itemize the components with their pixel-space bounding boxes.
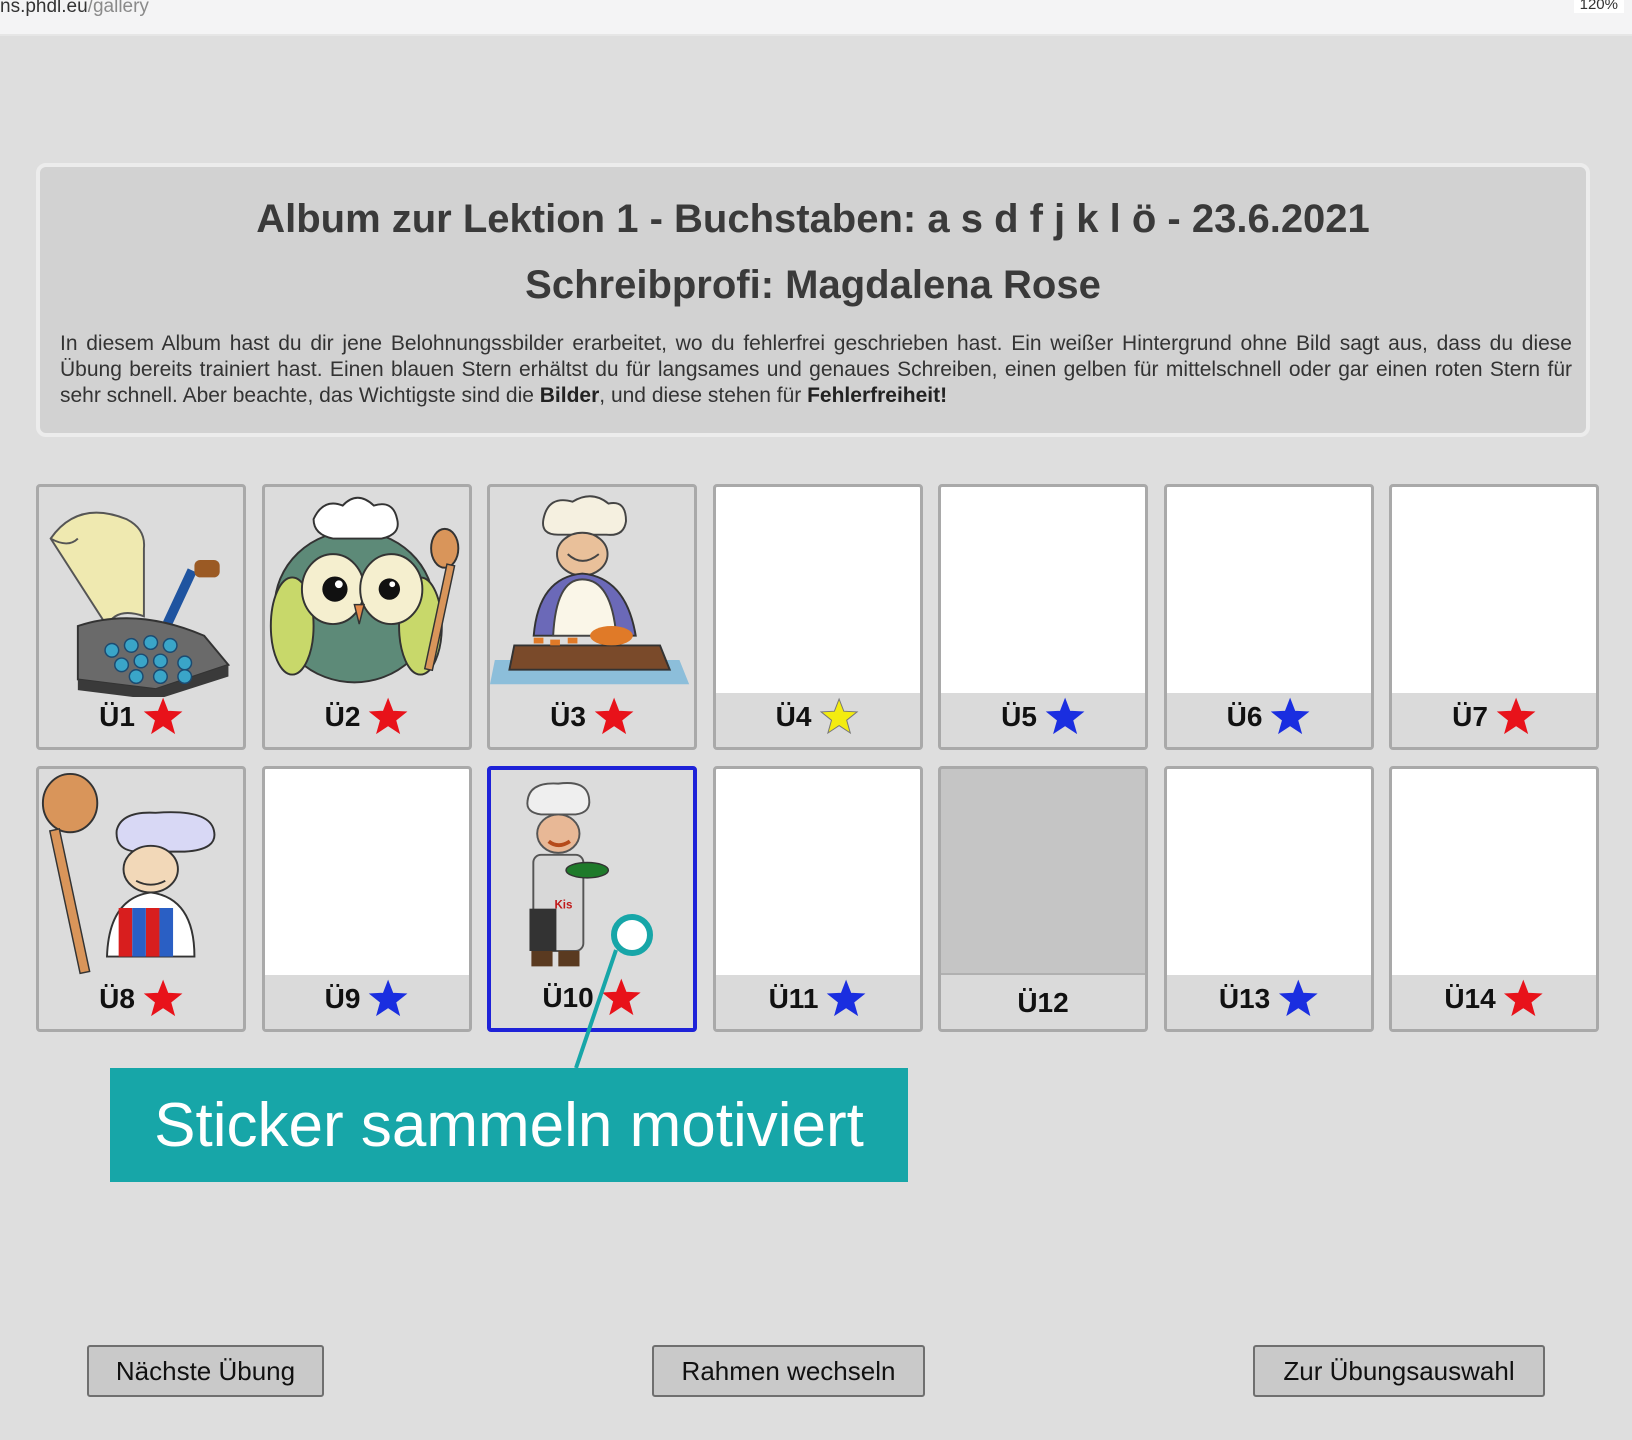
callout-pointer: [574, 914, 653, 1069]
callout-banner: Sticker sammeln motiviert: [110, 1068, 908, 1182]
change-frame-button[interactable]: Rahmen wechseln: [652, 1345, 925, 1397]
exercise-selection-button[interactable]: Zur Übungsauswahl: [1253, 1345, 1545, 1397]
callout-text: Sticker sammeln motiviert: [154, 1090, 864, 1160]
next-exercise-button[interactable]: Nächste Übung: [87, 1345, 324, 1397]
